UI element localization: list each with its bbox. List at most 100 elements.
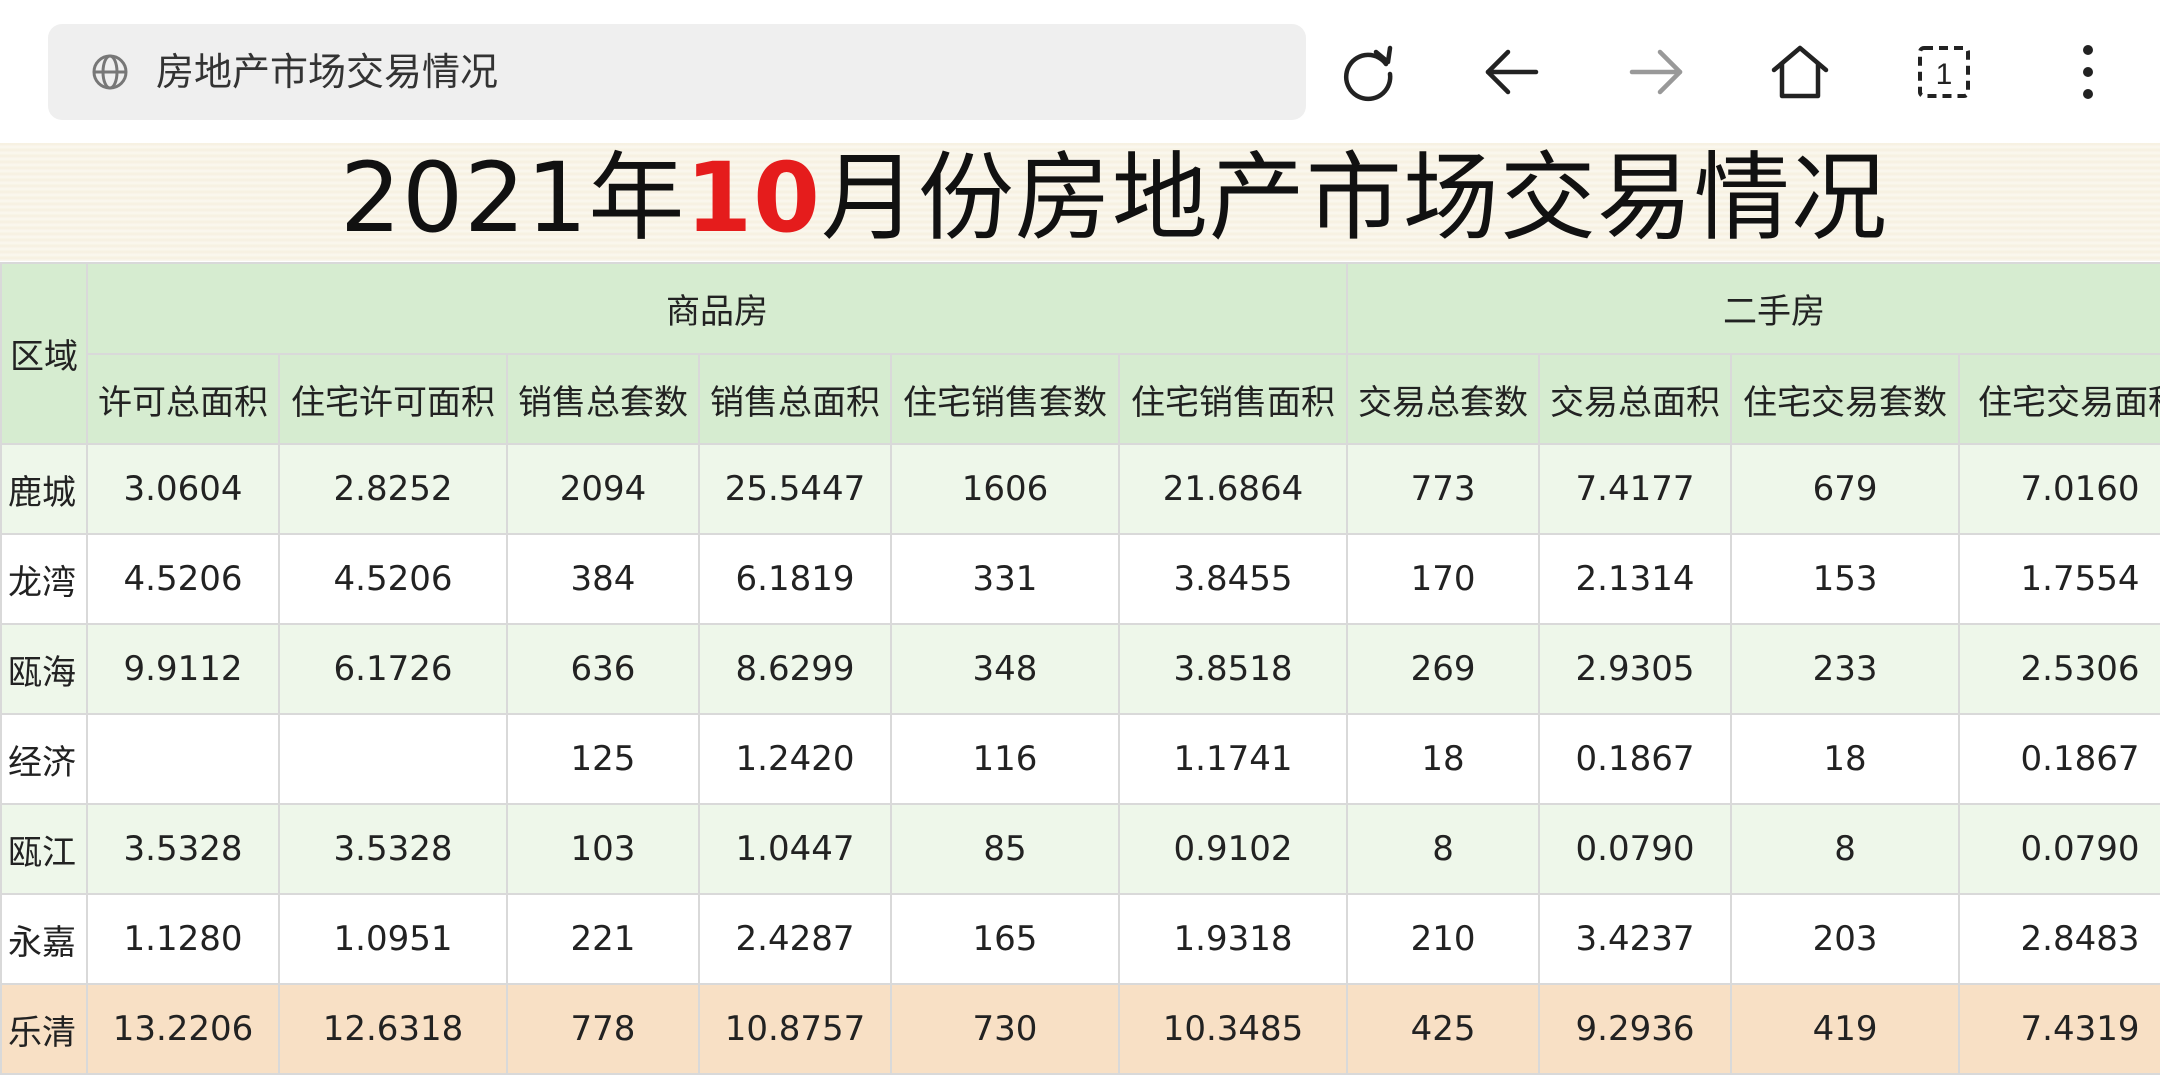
value-cell: 7.4177: [1538, 443, 1733, 535]
value-cell: 2.8483: [1958, 893, 2160, 985]
value-cell: 1.0951: [278, 893, 508, 985]
table-row: 鹿城 3.0604 2.8252 2094 25.5447 1606 21.6864 773 7…: [0, 443, 2160, 535]
value-cell: 2.5306: [1958, 623, 2160, 715]
value-cell: 2.9305: [1538, 623, 1733, 715]
region-header: 区域: [0, 262, 88, 445]
value-cell: 8: [1730, 803, 1961, 895]
table-body: 鹿城 3.0604 2.8252 2094 25.5447 1606 21.6864 773 7…: [0, 443, 2160, 1075]
region-cell: 经济: [0, 713, 88, 805]
column-header: 住宅许可面积: [278, 353, 508, 445]
title-suffix: 月份房地产市场交易情况: [820, 142, 1888, 254]
value-cell: 203: [1730, 893, 1961, 985]
address-text[interactable]: 房地产市场交易情况: [156, 24, 498, 120]
value-cell: 21.6864: [1117, 443, 1349, 535]
value-cell: 10.8757: [698, 983, 892, 1075]
value-cell: 4.5206: [278, 533, 508, 625]
back-button[interactable]: [1472, 32, 1552, 112]
value-cell: 221: [506, 893, 700, 985]
value-cell: 170: [1346, 533, 1541, 625]
value-cell: 85: [890, 803, 1120, 895]
table-row: 乐清 13.2206 12.6318 778 10.8757 730 10.3485 425 9…: [0, 983, 2160, 1075]
value-cell: 7.0160: [1958, 443, 2160, 535]
tabs-icon: 1: [1918, 46, 1970, 98]
title-prefix: 2021年: [340, 142, 686, 254]
forward-button[interactable]: [1616, 32, 1696, 112]
value-cell: 384: [506, 533, 700, 625]
home-icon: [1771, 45, 1829, 99]
value-cell: 778: [506, 983, 700, 1075]
value-cell: 125: [506, 713, 700, 805]
value-cell: 419: [1730, 983, 1961, 1075]
value-cell: 3.5328: [278, 803, 508, 895]
value-cell: 13.2206: [86, 983, 280, 1075]
value-cell: 3.8455: [1117, 533, 1349, 625]
column-header: 交易总面积: [1538, 353, 1733, 445]
value-cell: 8.6299: [698, 623, 892, 715]
value-cell: 10.3485: [1117, 983, 1349, 1075]
value-cell: 233: [1730, 623, 1961, 715]
value-cell: 9.2936: [1538, 983, 1733, 1075]
value-cell: 348: [890, 623, 1120, 715]
page-banner: 2021年10月份房地产市场交易情况: [0, 142, 2160, 261]
value-cell: 103: [506, 803, 700, 895]
globe-icon: [92, 54, 128, 90]
title-month: 10: [685, 142, 821, 254]
value-cell: 636: [506, 623, 700, 715]
column-header: 住宅交易套数: [1730, 353, 1961, 445]
table-header: 区域 商品房 二手房 许可总面积 住宅许可面积 销售总套数 销售总面积 住宅销售套数 住宅…: [0, 262, 2160, 445]
tabs-button[interactable]: 1: [1904, 32, 1984, 112]
value-cell: 8: [1346, 803, 1541, 895]
table-row: 瓯江 3.5328 3.5328 103 1.0447 85 0.9102 8 0.0790 8 0…: [0, 803, 2160, 895]
more-vert-icon: [2083, 45, 2093, 99]
reload-icon: [1343, 45, 1393, 102]
market-data-table: 区域 商品房 二手房 许可总面积 住宅许可面积 销售总套数 销售总面积 住宅销售套数 住宅…: [0, 262, 2160, 1075]
menu-button[interactable]: [2048, 32, 2128, 112]
value-cell: 773: [1346, 443, 1541, 535]
value-cell: 0.9102: [1117, 803, 1349, 895]
table-row: 龙湾 4.5206 4.5206 384 6.1819 331 3.8455 170 2.131…: [0, 533, 2160, 625]
value-cell: 165: [890, 893, 1120, 985]
value-cell: 331: [890, 533, 1120, 625]
value-cell: [86, 713, 280, 805]
reload-button[interactable]: [1328, 32, 1408, 112]
browser-toolbar: 房地产市场交易情况 1: [0, 0, 2160, 143]
value-cell: 210: [1346, 893, 1541, 985]
value-cell: 153: [1730, 533, 1961, 625]
column-header: 住宅销售套数: [890, 353, 1120, 445]
value-cell: 25.5447: [698, 443, 892, 535]
value-cell: 4.5206: [86, 533, 280, 625]
value-cell: 3.8518: [1117, 623, 1349, 715]
value-cell: 1.9318: [1117, 893, 1349, 985]
tab-count: 1: [1936, 58, 1953, 91]
value-cell: 1606: [890, 443, 1120, 535]
value-cell: 0.0790: [1958, 803, 2160, 895]
table-row: 永嘉 1.1280 1.0951 221 2.4287 165 1.9318 210 3.423…: [0, 893, 2160, 985]
arrow-right-icon: [1629, 49, 1683, 95]
home-button[interactable]: [1760, 32, 1840, 112]
value-cell: 9.9112: [86, 623, 280, 715]
address-bar[interactable]: 房地产市场交易情况: [48, 24, 1306, 120]
column-header: 交易总套数: [1346, 353, 1541, 445]
region-cell: 瓯海: [0, 623, 88, 715]
region-cell: 永嘉: [0, 893, 88, 985]
region-cell: 瓯江: [0, 803, 88, 895]
value-cell: 116: [890, 713, 1120, 805]
group-header-new-homes: 商品房: [85, 262, 1349, 355]
value-cell: 6.1819: [698, 533, 892, 625]
table-row: 经济 125 1.2420 116 1.1741 18 0.1867 18 0.1867: [0, 713, 2160, 805]
value-cell: 18: [1346, 713, 1541, 805]
column-header: 销售总面积: [698, 353, 892, 445]
value-cell: 2.1314: [1538, 533, 1733, 625]
page-title: 2021年10月份房地产市场交易情况: [340, 139, 1888, 257]
value-cell: 3.0604: [86, 443, 280, 535]
column-header: 住宅销售面积: [1117, 353, 1349, 445]
value-cell: 2094: [506, 443, 700, 535]
table-row: 瓯海 9.9112 6.1726 636 8.6299 348 3.8518 269 2.930…: [0, 623, 2160, 715]
value-cell: 679: [1730, 443, 1961, 535]
group-header-resale: 二手房: [1346, 262, 2160, 355]
value-cell: 1.0447: [698, 803, 892, 895]
value-cell: 0.0790: [1538, 803, 1733, 895]
value-cell: 0.1867: [1538, 713, 1733, 805]
value-cell: [278, 713, 508, 805]
value-cell: 6.1726: [278, 623, 508, 715]
